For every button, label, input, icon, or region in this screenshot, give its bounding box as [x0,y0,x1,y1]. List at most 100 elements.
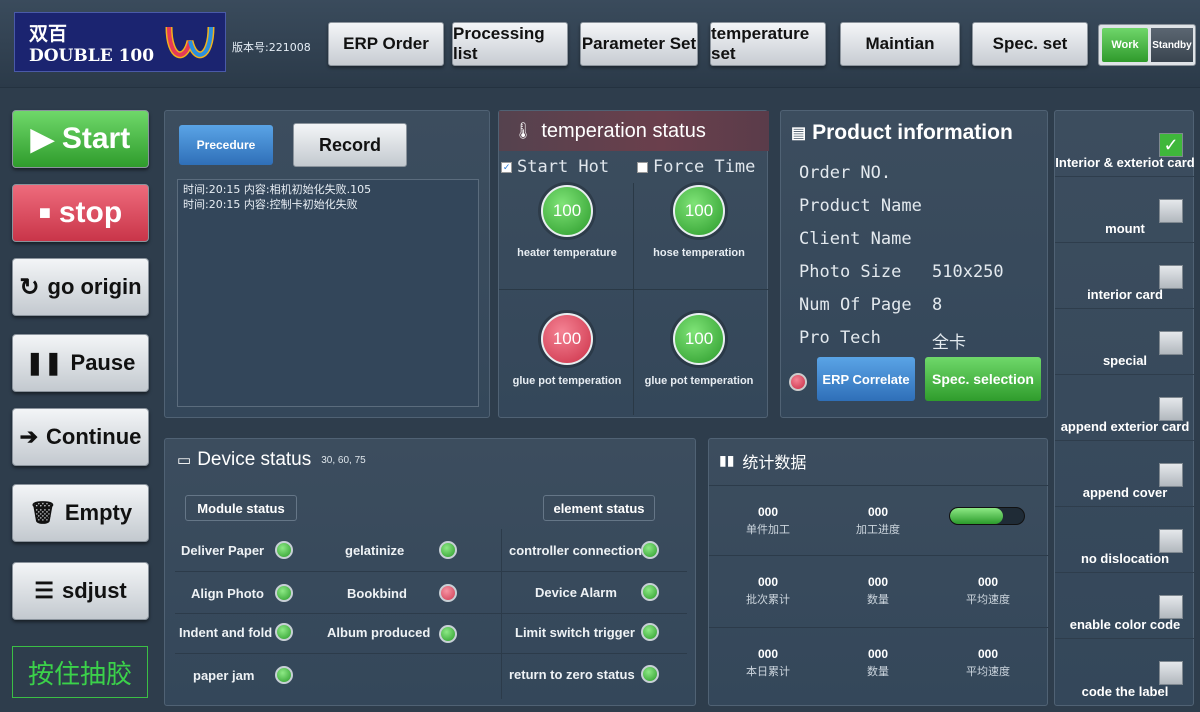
mode-work-button[interactable]: Work [1102,28,1148,62]
mode-standby-button[interactable]: Standby [1151,28,1193,62]
temperature-title: temperation status [541,119,706,142]
device-alarm-label: Device Alarm [535,585,617,600]
log-panel: Precedure Record 时间:20:15 内容:相机初始化失败.105… [164,110,490,418]
nav-maintian-button[interactable]: Maintian [840,22,960,66]
gauge-value: 100 [541,185,593,237]
progress-bar [949,507,1025,525]
device-alarm-status [641,583,659,601]
hold-glue-button[interactable]: 按住抽胶 [12,646,148,698]
checkbox-empty-icon[interactable] [1159,199,1183,223]
checkbox-empty-icon [637,161,648,173]
nav-processing-list-button[interactable]: Processing list [452,22,568,66]
gauge-label: hose temperation [653,247,745,259]
stat-daily-quantity: 000 数量 [823,647,933,679]
checkbox-empty-icon[interactable] [1159,463,1183,487]
mode-toggle[interactable]: Work Standby [1098,24,1196,66]
adjust-button[interactable]: ☰ sdjust [12,562,149,620]
stat-value: 000 [757,575,779,589]
option-label: append cover [1082,485,1168,500]
checkbox-empty-icon[interactable] [1159,265,1183,289]
controller-connection-status [641,541,659,559]
temperature-panel: 🌡 temperation status ✓ Start Hot Force T… [498,110,769,418]
option-mount[interactable]: mount [1055,177,1195,243]
checkbox-empty-icon[interactable] [1159,397,1183,421]
stat-label: 数量 [867,665,889,678]
gauge-label: glue pot temperation [512,375,622,387]
option-enable-color-code[interactable]: enable color code [1055,573,1195,639]
logo-text-zh: 双百 [29,23,68,45]
field-label: Photo Size [799,262,902,282]
bookbind-label: Bookbind [347,586,407,601]
photo-size-row: Photo Size 510x250 [799,262,1004,282]
logo-mark-icon [165,26,215,59]
divider [709,555,1049,556]
product-panel: ▤ Product information Order NO. Product … [780,110,1048,418]
pause-button[interactable]: ❚❚ Pause [12,334,149,392]
stat-batch-quantity: 000 数量 [823,575,933,607]
play-icon: ▶ [30,122,54,156]
gelatinize-status [439,541,457,559]
option-interior-exterior-card[interactable]: ✓ Interior & exteriot card [1055,111,1195,177]
indent-and-fold-status [275,623,293,641]
nav-parameter-set-button[interactable]: Parameter Set [580,22,698,66]
limit-switch-trigger-status [641,623,659,641]
force-time-checkbox[interactable]: Force Time [637,157,755,177]
deliver-paper-status [275,541,293,559]
option-interior-card[interactable]: interior card [1055,243,1195,309]
continue-button[interactable]: ➔ Continue [12,408,149,466]
checkbox-empty-icon[interactable] [1159,529,1183,553]
go-origin-label: go origin [47,274,142,299]
trash-icon: 🗑 [28,500,57,525]
stat-label: 加工进度 [856,523,900,536]
divider [175,613,687,614]
procedure-button[interactable]: Precedure [179,125,273,165]
start-hot-checkbox[interactable]: ✓ Start Hot [501,157,609,177]
gauge-label: glue pot temperation [644,375,754,387]
log-list[interactable]: 时间:20:15 内容:相机初始化失败.105 时间:20:15 内容:控制卡初… [177,179,479,407]
stop-button[interactable]: ■ stop [12,184,149,242]
option-special[interactable]: special [1055,309,1195,375]
divider [175,653,687,654]
gauge-label: heater temperature [517,247,617,259]
nav-spec-set-button[interactable]: Spec. set [972,22,1088,66]
checkbox-empty-icon[interactable] [1159,661,1183,685]
rotate-icon: ↻ [19,273,40,301]
product-header: ▤ Product information [791,121,1013,145]
option-code-the-label[interactable]: code the label [1055,639,1195,705]
stat-label: 单件加工 [746,523,790,536]
checkbox-checked-icon[interactable]: ✓ [1159,133,1183,157]
stat-value: 000 [977,647,999,661]
option-label: special [1102,353,1148,368]
option-no-dislocation[interactable]: no dislocation [1055,507,1195,573]
record-button[interactable]: Record [293,123,407,167]
stat-value: 000 [977,575,999,589]
stat-label: 平均速度 [966,665,1010,678]
field-label: Pro Tech [799,328,881,348]
spec-selection-button[interactable]: Spec. selection [925,357,1041,401]
option-append-cover[interactable]: append cover [1055,441,1195,507]
go-origin-button[interactable]: ↻ go origin [12,258,149,316]
align-photo-label: Align Photo [191,586,264,601]
empty-label: Empty [64,500,133,525]
empty-button[interactable]: 🗑 Empty [12,484,149,542]
divider [175,571,687,572]
checkbox-empty-icon[interactable] [1159,595,1183,619]
options-panel: ✓ Interior & exteriot card mount interio… [1054,110,1195,706]
deliver-paper-label: Deliver Paper [181,543,265,558]
erp-correlate-button[interactable]: ERP Correlate [817,357,915,401]
arrow-right-icon: ➔ [19,424,39,449]
start-button[interactable]: ▶ Start [12,110,149,168]
field-label: Product Name [799,196,922,216]
thermometer-icon: 🌡 [513,123,534,140]
document-icon: ▤ [791,125,807,142]
field-value: 全卡 [932,333,966,353]
hose-temperature-gauge: 100 hose temperation [633,185,765,259]
option-append-exterior-card[interactable]: append exterior card [1055,375,1195,441]
nav-erp-order-button[interactable]: ERP Order [328,22,444,66]
option-label: Interior & exteriot card [1055,155,1195,170]
return-to-zero-status [641,665,659,683]
logo-text-en: DOUBLE 100 [29,46,155,66]
checkbox-empty-icon[interactable] [1159,331,1183,355]
gauge-value: 100 [673,185,725,237]
nav-temperature-set-button[interactable]: temperature set [710,22,826,66]
